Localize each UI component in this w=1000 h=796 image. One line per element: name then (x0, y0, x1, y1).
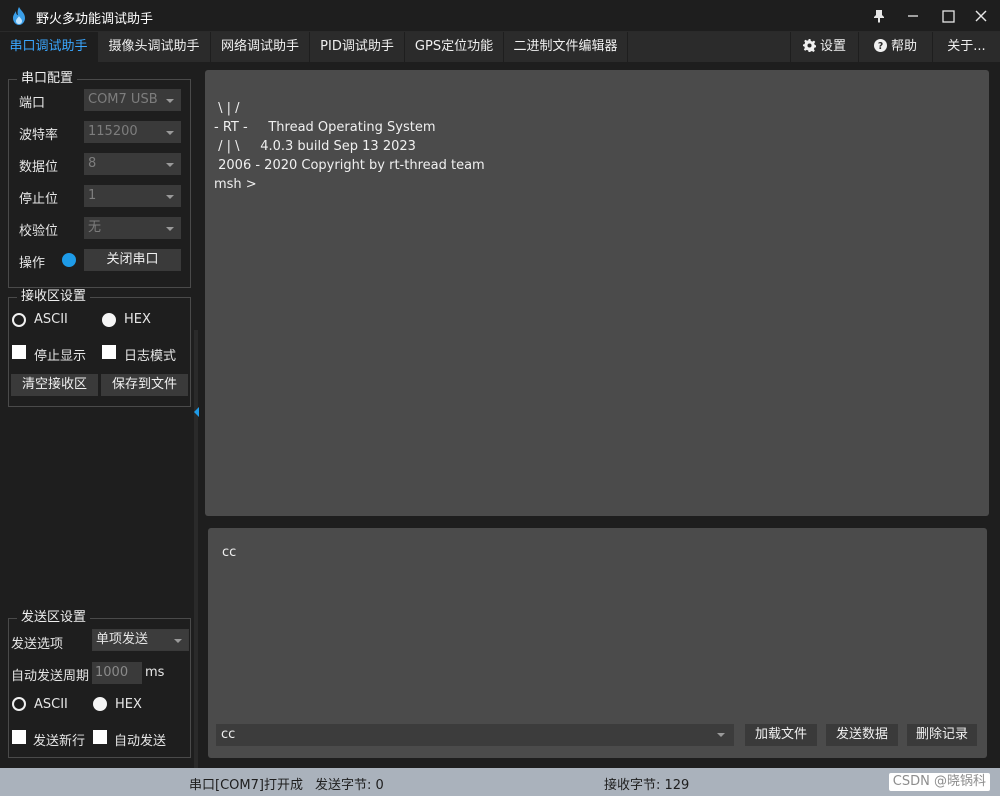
parity-label: 校验位 (19, 224, 59, 239)
chevron-down-icon (166, 227, 174, 231)
chevron-down-icon (166, 131, 174, 135)
send-history-value: cc (221, 727, 236, 742)
help-icon: ? (873, 39, 887, 52)
tab-binary-editor[interactable]: 二进制文件编辑器 (504, 32, 628, 62)
chevron-down-icon (174, 639, 182, 643)
minimize-icon (908, 15, 918, 17)
period-unit-label: ms (145, 665, 165, 680)
stopbits-label: 停止位 (19, 192, 59, 207)
recv-settings-title: 接收区设置 (17, 289, 91, 305)
send-newline-checkbox[interactable] (12, 730, 26, 744)
port-select[interactable]: COM7 USB (84, 89, 181, 111)
tab-pid[interactable]: PID调试助手 (310, 32, 405, 62)
databits-value: 8 (88, 156, 97, 171)
minimize-button[interactable] (898, 4, 928, 28)
send-option-label: 发送选项 (11, 637, 64, 652)
send-data-button[interactable]: 发送数据 (826, 724, 898, 746)
send-option-select[interactable]: 单项发送 (92, 629, 189, 651)
stopbits-select[interactable]: 1 (84, 185, 181, 207)
databits-select[interactable]: 8 (84, 153, 181, 175)
port-status-indicator (62, 253, 76, 267)
chevron-down-icon (166, 163, 174, 167)
watermark: CSDN @晓锅科 (888, 773, 990, 791)
recv-line: msh > (214, 177, 257, 192)
operation-label: 操作 (19, 256, 46, 271)
stopbits-value: 1 (88, 188, 97, 203)
recv-hex-label: HEX (124, 312, 151, 327)
recv-line: 2006 - 2020 Copyright by rt-thread team (214, 158, 485, 173)
send-settings-title: 发送区设置 (17, 610, 91, 626)
recv-line: / | \ 4.0.3 build Sep 13 2023 (214, 139, 416, 154)
baud-select[interactable]: 115200 (84, 121, 181, 143)
port-status-text: 串口[COM7]打开成 (189, 778, 303, 793)
tab-network[interactable]: 网络调试助手 (211, 32, 310, 62)
parity-value: 无 (88, 220, 102, 235)
close-button[interactable] (966, 4, 996, 28)
svg-text:?: ? (878, 41, 883, 52)
delete-history-button[interactable]: 删除记录 (907, 724, 977, 746)
send-area[interactable]: cc cc 加载文件 发送数据 删除记录 (208, 528, 987, 758)
tab-camera[interactable]: 摄像头调试助手 (98, 32, 211, 62)
chevron-down-icon (717, 733, 725, 737)
tab-bar: 串口调试助手 摄像头调试助手 网络调试助手 PID调试助手 GPS定位功能 二进… (0, 32, 1000, 62)
tab-gps[interactable]: GPS定位功能 (405, 32, 504, 62)
settings-label: 设置 (819, 39, 846, 54)
send-history-select[interactable]: cc (216, 724, 734, 746)
collapse-arrow-icon[interactable] (194, 407, 199, 417)
send-textarea-content: cc (222, 545, 237, 560)
tab-serial[interactable]: 串口调试助手 (0, 32, 98, 62)
load-file-button[interactable]: 加载文件 (745, 724, 817, 746)
baud-value: 115200 (88, 124, 138, 139)
parity-select[interactable]: 无 (84, 217, 181, 239)
log-mode-checkbox[interactable] (102, 345, 116, 359)
send-hex-label: HEX (115, 697, 142, 712)
auto-send-period-label: 自动发送周期 (11, 669, 90, 684)
sent-bytes-text: 发送字节: 0 (315, 778, 384, 793)
title-bar: 野火多功能调试助手 (0, 0, 1000, 32)
serial-config-title: 串口配置 (17, 71, 78, 87)
baud-label: 波特率 (19, 128, 59, 143)
auto-send-checkbox[interactable] (93, 730, 107, 744)
send-newline-label: 发送新行 (33, 734, 86, 749)
panel-splitter[interactable] (194, 330, 198, 770)
close-icon (975, 10, 987, 22)
flame-icon (13, 7, 25, 25)
auto-send-period-input[interactable]: 1000 (92, 662, 142, 684)
port-value: COM7 USB (88, 92, 158, 107)
window-title: 野火多功能调试助手 (36, 12, 154, 27)
close-port-button[interactable]: 关闭串口 (84, 249, 181, 271)
maximize-icon (941, 9, 955, 23)
stop-display-checkbox[interactable] (12, 345, 26, 359)
about-button[interactable]: 关于... (932, 32, 1000, 62)
receive-area[interactable]: \ | / - RT - Thread Operating System / |… (205, 70, 989, 516)
chevron-down-icon (166, 99, 174, 103)
send-ascii-label: ASCII (34, 697, 68, 712)
auto-send-label: 自动发送 (114, 734, 167, 749)
maximize-button[interactable] (933, 4, 963, 28)
send-hex-radio[interactable] (93, 697, 107, 711)
recv-line: - RT - Thread Operating System (214, 120, 436, 135)
recv-hex-radio[interactable] (102, 313, 116, 327)
log-mode-label: 日志模式 (124, 349, 177, 364)
pin-icon (874, 10, 884, 23)
help-button[interactable]: ? 帮助 (858, 32, 932, 62)
port-label: 端口 (19, 96, 46, 111)
send-option-value: 单项发送 (96, 632, 149, 647)
recv-ascii-radio[interactable] (12, 313, 26, 327)
help-label: 帮助 (890, 39, 917, 54)
recv-ascii-label: ASCII (34, 312, 68, 327)
save-to-file-button[interactable]: 保存到文件 (101, 374, 188, 396)
pin-button[interactable] (864, 4, 894, 28)
received-bytes-text: 接收字节: 129 (604, 778, 690, 793)
settings-button[interactable]: 设置 (790, 32, 858, 62)
recv-line: \ | / (214, 101, 240, 116)
gear-icon (802, 39, 816, 52)
databits-label: 数据位 (19, 160, 59, 175)
clear-recv-button[interactable]: 清空接收区 (11, 374, 98, 396)
status-bar: 串口[COM7]打开成 发送字节: 0 接收字节: 129 CSDN @晓锅科 (0, 768, 1000, 796)
chevron-down-icon (166, 195, 174, 199)
send-ascii-radio[interactable] (12, 697, 26, 711)
stop-display-label: 停止显示 (34, 349, 87, 364)
